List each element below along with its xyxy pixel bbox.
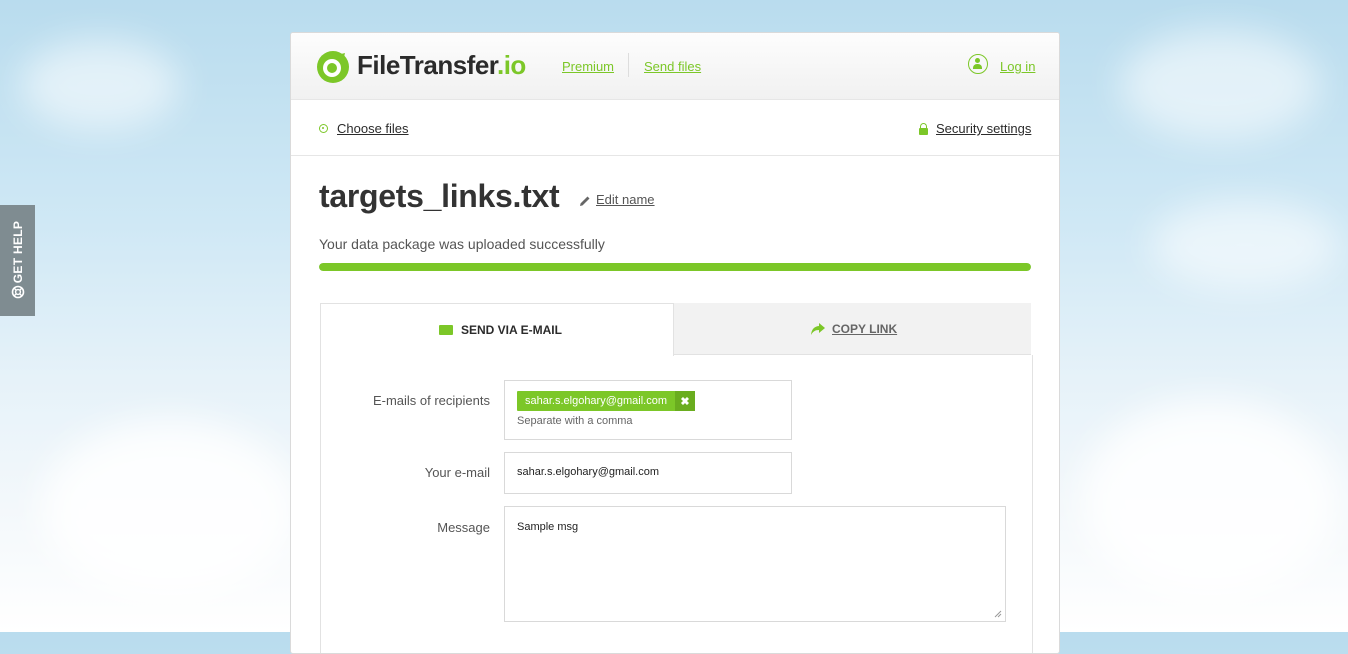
nav-send-files-link[interactable]: Send files — [644, 59, 701, 74]
recipient-chip-label: sahar.s.elgohary@gmail.com — [525, 395, 668, 407]
brand-logo-icon[interactable] — [315, 49, 351, 85]
edit-name-link[interactable]: Edit name — [596, 192, 655, 207]
recipients-hint: Separate with a comma — [517, 415, 633, 427]
remove-recipient-icon[interactable]: ✖ — [675, 391, 696, 411]
site-header: FileTransfer.io Premium Send files Log i… — [291, 33, 1059, 100]
tab-copy-link-label: COPY LINK — [832, 322, 898, 336]
pencil-icon — [580, 196, 590, 206]
email-form-panel: E-mails of recipients sahar.s.elgohary@g… — [320, 355, 1033, 653]
choose-files-link[interactable]: Choose files — [337, 121, 409, 136]
package-filename: targets_links.txt — [319, 178, 560, 214]
your-email-field[interactable]: sahar.s.elgohary@gmail.com — [504, 452, 792, 494]
brand-name-suffix: .io — [496, 50, 526, 80]
tab-send-email-label: SEND VIA E-MAIL — [461, 323, 562, 337]
resize-grip-icon[interactable] — [994, 610, 1002, 618]
nav-premium-link[interactable]: Premium — [562, 59, 614, 74]
message-textarea[interactable]: Sample msg — [504, 506, 1006, 622]
recipient-chip: sahar.s.elgohary@gmail.com ✖ — [517, 391, 696, 411]
tab-copy-link[interactable]: COPY LINK — [674, 303, 1031, 355]
your-email-label: Your e-mail — [424, 465, 490, 480]
tab-send-email[interactable]: SEND VIA E-MAIL — [320, 303, 674, 356]
upload-status: Your data package was uploaded successfu… — [319, 236, 605, 252]
transfer-card: FileTransfer.io Premium Send files Log i… — [290, 32, 1060, 654]
get-help-tab[interactable]: GET HELP — [0, 205, 35, 316]
share-arrow-icon — [811, 323, 825, 335]
add-circle-icon — [319, 124, 328, 133]
message-value: Sample msg — [517, 521, 579, 533]
your-email-value: sahar.s.elgohary@gmail.com — [517, 466, 660, 478]
get-help-label: GET HELP — [10, 220, 25, 284]
nav-divider — [628, 53, 629, 77]
upload-progress-fill — [319, 263, 1031, 271]
message-label: Message — [437, 520, 490, 535]
user-icon[interactable] — [968, 54, 988, 74]
upload-progress-bar — [319, 263, 1031, 271]
recipients-input[interactable]: sahar.s.elgohary@gmail.com ✖ Separate wi… — [504, 380, 792, 440]
file-toolbar: Choose files Security settings — [291, 100, 1059, 156]
lock-icon — [919, 123, 928, 135]
envelope-icon — [439, 325, 453, 335]
lifebuoy-icon — [11, 285, 25, 299]
recipients-label: E-mails of recipients — [372, 393, 490, 408]
login-link[interactable]: Log in — [1000, 59, 1035, 74]
security-settings-link[interactable]: Security settings — [936, 121, 1031, 136]
share-tabs: SEND VIA E-MAIL COPY LINK — [320, 303, 1031, 356]
brand-name[interactable]: FileTransfer.io — [357, 50, 526, 81]
brand-name-main: FileTransfer — [357, 50, 497, 80]
